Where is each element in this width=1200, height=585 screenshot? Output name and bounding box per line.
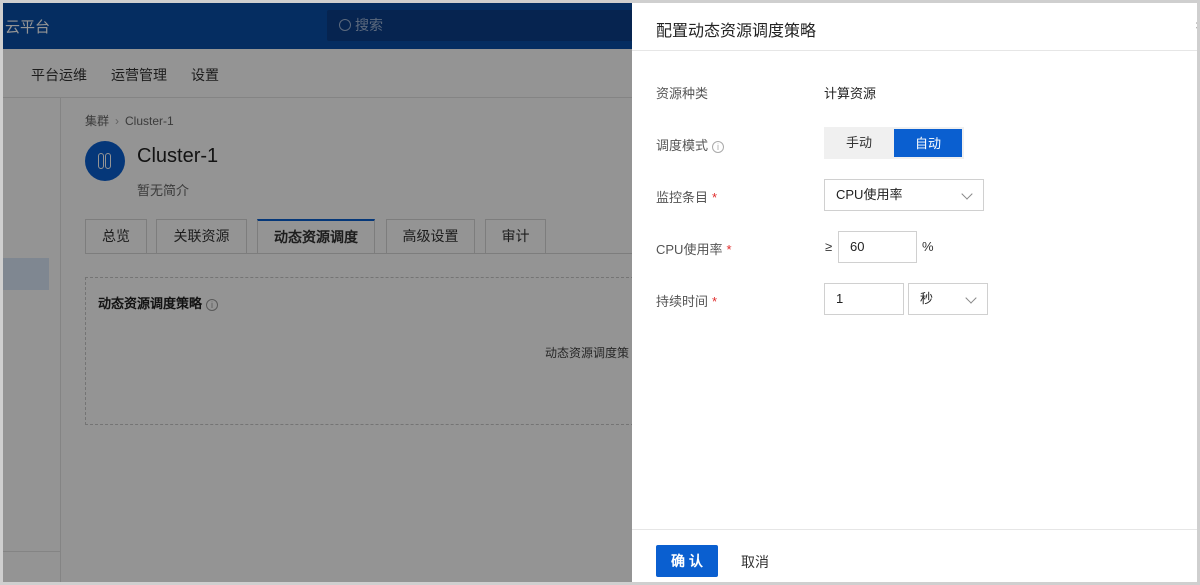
config-drawer: 配置动态资源调度策略 × 资源种类 计算资源 调度模式i 手动 自动 监控条目*…	[632, 3, 1197, 582]
window-frame: 云平台 搜索 平台运维 运营管理 设置 集群 › Cluster-1 Cluster…	[0, 0, 1200, 585]
drawer-header: 配置动态资源调度策略 ×	[632, 3, 1197, 51]
drawer-footer: 确 认 取消	[632, 529, 1197, 582]
operator-symbol: ≥	[825, 239, 833, 254]
resource-type-label: 资源种类	[656, 86, 709, 101]
required-mark: *	[712, 190, 718, 205]
monitor-item-value: CPU使用率	[836, 187, 903, 202]
info-icon[interactable]: i	[712, 141, 725, 153]
chevron-down-icon	[961, 188, 973, 200]
drawer-title: 配置动态资源调度策略	[656, 23, 817, 40]
mode-auto-button[interactable]: 自动	[894, 129, 962, 157]
field-schedule-mode: 调度模式 i 手动 自动	[656, 127, 1196, 159]
cpu-threshold-input[interactable]: 60	[838, 231, 917, 263]
duration-unit-value: 秒	[920, 291, 934, 306]
field-cpu-usage: CPU使用率 * ≥ 60 %	[656, 231, 1196, 263]
monitor-item-select[interactable]: CPU使用率	[824, 179, 984, 211]
mode-manual-button[interactable]: 手动	[826, 129, 892, 157]
duration-unit-select[interactable]: 秒	[908, 283, 988, 315]
duration-label: 持续时间 *	[656, 294, 718, 309]
chevron-down-icon	[965, 292, 977, 304]
field-duration: 持续时间 * 1 秒	[656, 283, 1196, 315]
schedule-mode-toggle: 手动 自动	[824, 127, 964, 159]
field-resource-type: 资源种类 计算资源	[656, 75, 1196, 107]
schedule-mode-label: 调度模式 i	[656, 135, 725, 154]
cpu-usage-label: CPU使用率 *	[656, 242, 732, 257]
confirm-button[interactable]: 确 认	[656, 545, 718, 577]
monitor-item-label: 监控条目 *	[656, 190, 718, 205]
required-mark: *	[726, 242, 732, 257]
resource-type-value: 计算资源	[824, 86, 877, 101]
percent-unit: %	[922, 239, 934, 254]
required-mark: *	[712, 294, 718, 309]
close-icon[interactable]: ×	[1195, 17, 1197, 33]
field-monitor-item: 监控条目 * CPU使用率	[656, 179, 1196, 211]
duration-input[interactable]: 1	[824, 283, 904, 315]
cancel-button[interactable]: 取消	[741, 552, 769, 572]
